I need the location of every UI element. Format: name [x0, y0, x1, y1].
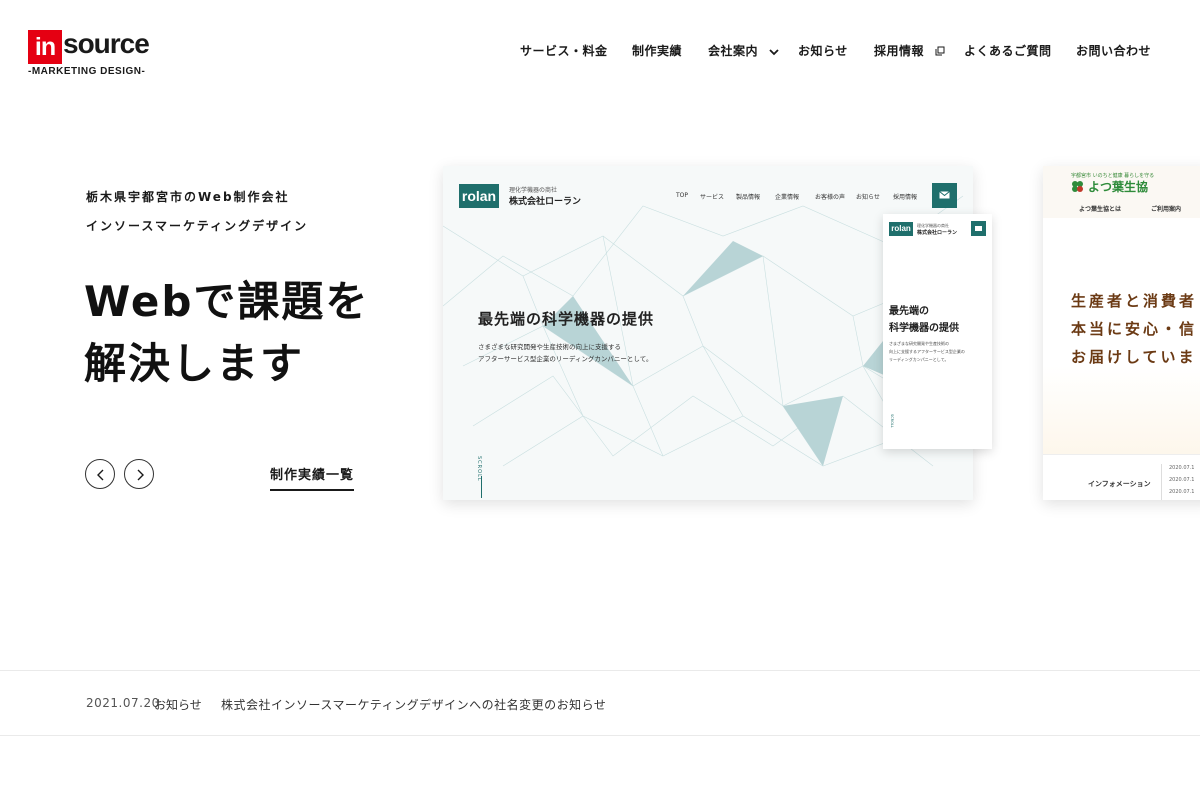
yotsuba-info-label: インフォメーション — [1088, 480, 1151, 488]
site-logo[interactable]: in source -MARKETING DESIGN- — [28, 28, 150, 80]
news-category: お知らせ — [154, 698, 202, 712]
yotsuba-info-date: 2020.07.1 — [1169, 489, 1195, 495]
news-bar: 2021.07.20 お知らせ 株式会社インソースマーケティングデザインへの社名… — [0, 670, 1200, 736]
yotsuba-name: よつ葉生協 — [1088, 180, 1149, 194]
rolan-nav-item: TOP — [676, 192, 689, 199]
news-title-link[interactable]: 株式会社インソースマーケティングデザインへの社名変更のお知らせ — [221, 696, 606, 713]
chevron-right-icon — [137, 469, 144, 481]
rolan-company-tagline: 理化学機器の商社 — [509, 187, 558, 194]
yotsuba-divider — [1161, 464, 1162, 500]
slider-prev-button[interactable] — [85, 459, 115, 489]
rolan-mobile-desc-line2: 向上に支援するアフターサービス型企業の — [889, 349, 965, 354]
nav-item-news[interactable]: お知らせ — [798, 42, 848, 59]
rolan-scroll-line — [481, 476, 482, 498]
logo-wordmark: source — [63, 28, 150, 59]
works-list-link[interactable]: 制作実績一覧 — [270, 464, 355, 491]
yotsuba-info-date: 2020.07.1 — [1169, 477, 1195, 483]
nav-item-works[interactable]: 制作実績 — [632, 42, 682, 59]
yotsuba-header: 宇都宮市 いのちと健康 暮らしを守る よつ葉生協 よつ葉生協とは ご利用案内 — [1043, 166, 1200, 218]
rolan-nav-item: お知らせ — [856, 194, 880, 201]
global-nav: サービス・料金 制作実績 会社案内 お知らせ 採用情報 よくあるご質問 お問い合… — [520, 42, 1200, 62]
rolan-mobile-scroll-label: SCROLL — [890, 414, 894, 428]
rolan-nav-item: お客様の声 — [815, 194, 846, 201]
mail-icon — [975, 226, 982, 231]
yotsuba-title-line2: 本当に安心・信 — [1071, 320, 1198, 338]
rolan-hero-desc-line1: さまざまな研究開発や生産技術の向上に支援する — [478, 343, 621, 351]
yotsuba-hero: 生産者と消費者 本当に安心・信 お届けしていま — [1043, 222, 1200, 462]
news-date: 2021.07.20 — [86, 696, 160, 710]
yotsuba-info-section: インフォメーション 2020.07.1 2020.07.1 2020.07.1 — [1043, 454, 1200, 500]
slider-next-button[interactable] — [124, 459, 154, 489]
rolan-mobile-desc-line1: さまざまな研究開発や生産技術の — [889, 341, 949, 346]
rolan-nav-item: サービス — [700, 194, 725, 201]
mail-icon — [939, 191, 950, 199]
rolan-mobile-title-line1: 最先端の — [889, 306, 929, 317]
hero-kicker-company: インソースマーケティングデザイン — [86, 219, 309, 233]
external-link-icon — [935, 45, 945, 59]
yotsuba-nav-item: ご利用案内 — [1151, 206, 1182, 213]
yotsuba-title-line1: 生産者と消費者 — [1071, 292, 1198, 310]
hero-headline-line1: Webで課題を — [84, 277, 370, 326]
work-slide-yotsuba[interactable]: 宇都宮市 いのちと健康 暮らしを守る よつ葉生協 よつ葉生協とは ご利用案内 生… — [1043, 166, 1200, 500]
rolan-nav-item: 製品情報 — [736, 194, 761, 201]
yotsuba-info-date: 2020.07.1 — [1169, 465, 1195, 471]
hero-headline-line2: 解決します — [84, 339, 305, 388]
hero-kicker-location: 栃木県宇都宮市のWeb制作会社 — [86, 190, 290, 204]
rolan-mobile-mail-button — [971, 221, 986, 236]
logo-tagline: -MARKETING DESIGN- — [28, 66, 146, 77]
rolan-mail-button — [932, 183, 957, 208]
rolan-nav-item: 採用情報 — [893, 194, 918, 201]
logo-mark: in — [28, 30, 62, 64]
nav-item-company[interactable]: 会社案内 — [708, 42, 779, 59]
rolan-logo: rolan — [459, 184, 499, 208]
chevron-down-icon — [769, 45, 779, 59]
rolan-nav-item: 企業情報 — [775, 194, 800, 201]
yotsuba-title-line3: お届けしていま — [1071, 348, 1197, 366]
nav-item-faq[interactable]: よくあるご質問 — [964, 42, 1052, 59]
rolan-mobile-company-name: 株式会社ローラン — [917, 230, 958, 236]
rolan-mobile-logo: rolan — [889, 222, 913, 236]
nav-item-services[interactable]: サービス・料金 — [520, 42, 608, 59]
rolan-mobile-preview: rolan 理化学機器の商社 株式会社ローラン 最先端の 科学機器の提供 さまざ… — [883, 214, 992, 449]
rolan-company-name: 株式会社ローラン — [509, 197, 582, 207]
nav-item-recruit[interactable]: 採用情報 — [874, 42, 945, 59]
clover-icon — [1072, 181, 1083, 192]
chevron-left-icon — [97, 469, 104, 481]
rolan-hero-title: 最先端の科学機器の提供 — [478, 310, 655, 328]
yotsuba-nav-item: よつ葉生協とは — [1079, 206, 1122, 213]
rolan-mobile-desc-line3: リーディングカンパニーとして。 — [889, 357, 949, 362]
rolan-hero-desc-line2: アフターサービス型企業のリーディングカンパニーとして。 — [478, 355, 653, 363]
nav-item-contact[interactable]: お問い合わせ — [1076, 42, 1151, 59]
rolan-mobile-title-line2: 科学機器の提供 — [889, 323, 959, 334]
